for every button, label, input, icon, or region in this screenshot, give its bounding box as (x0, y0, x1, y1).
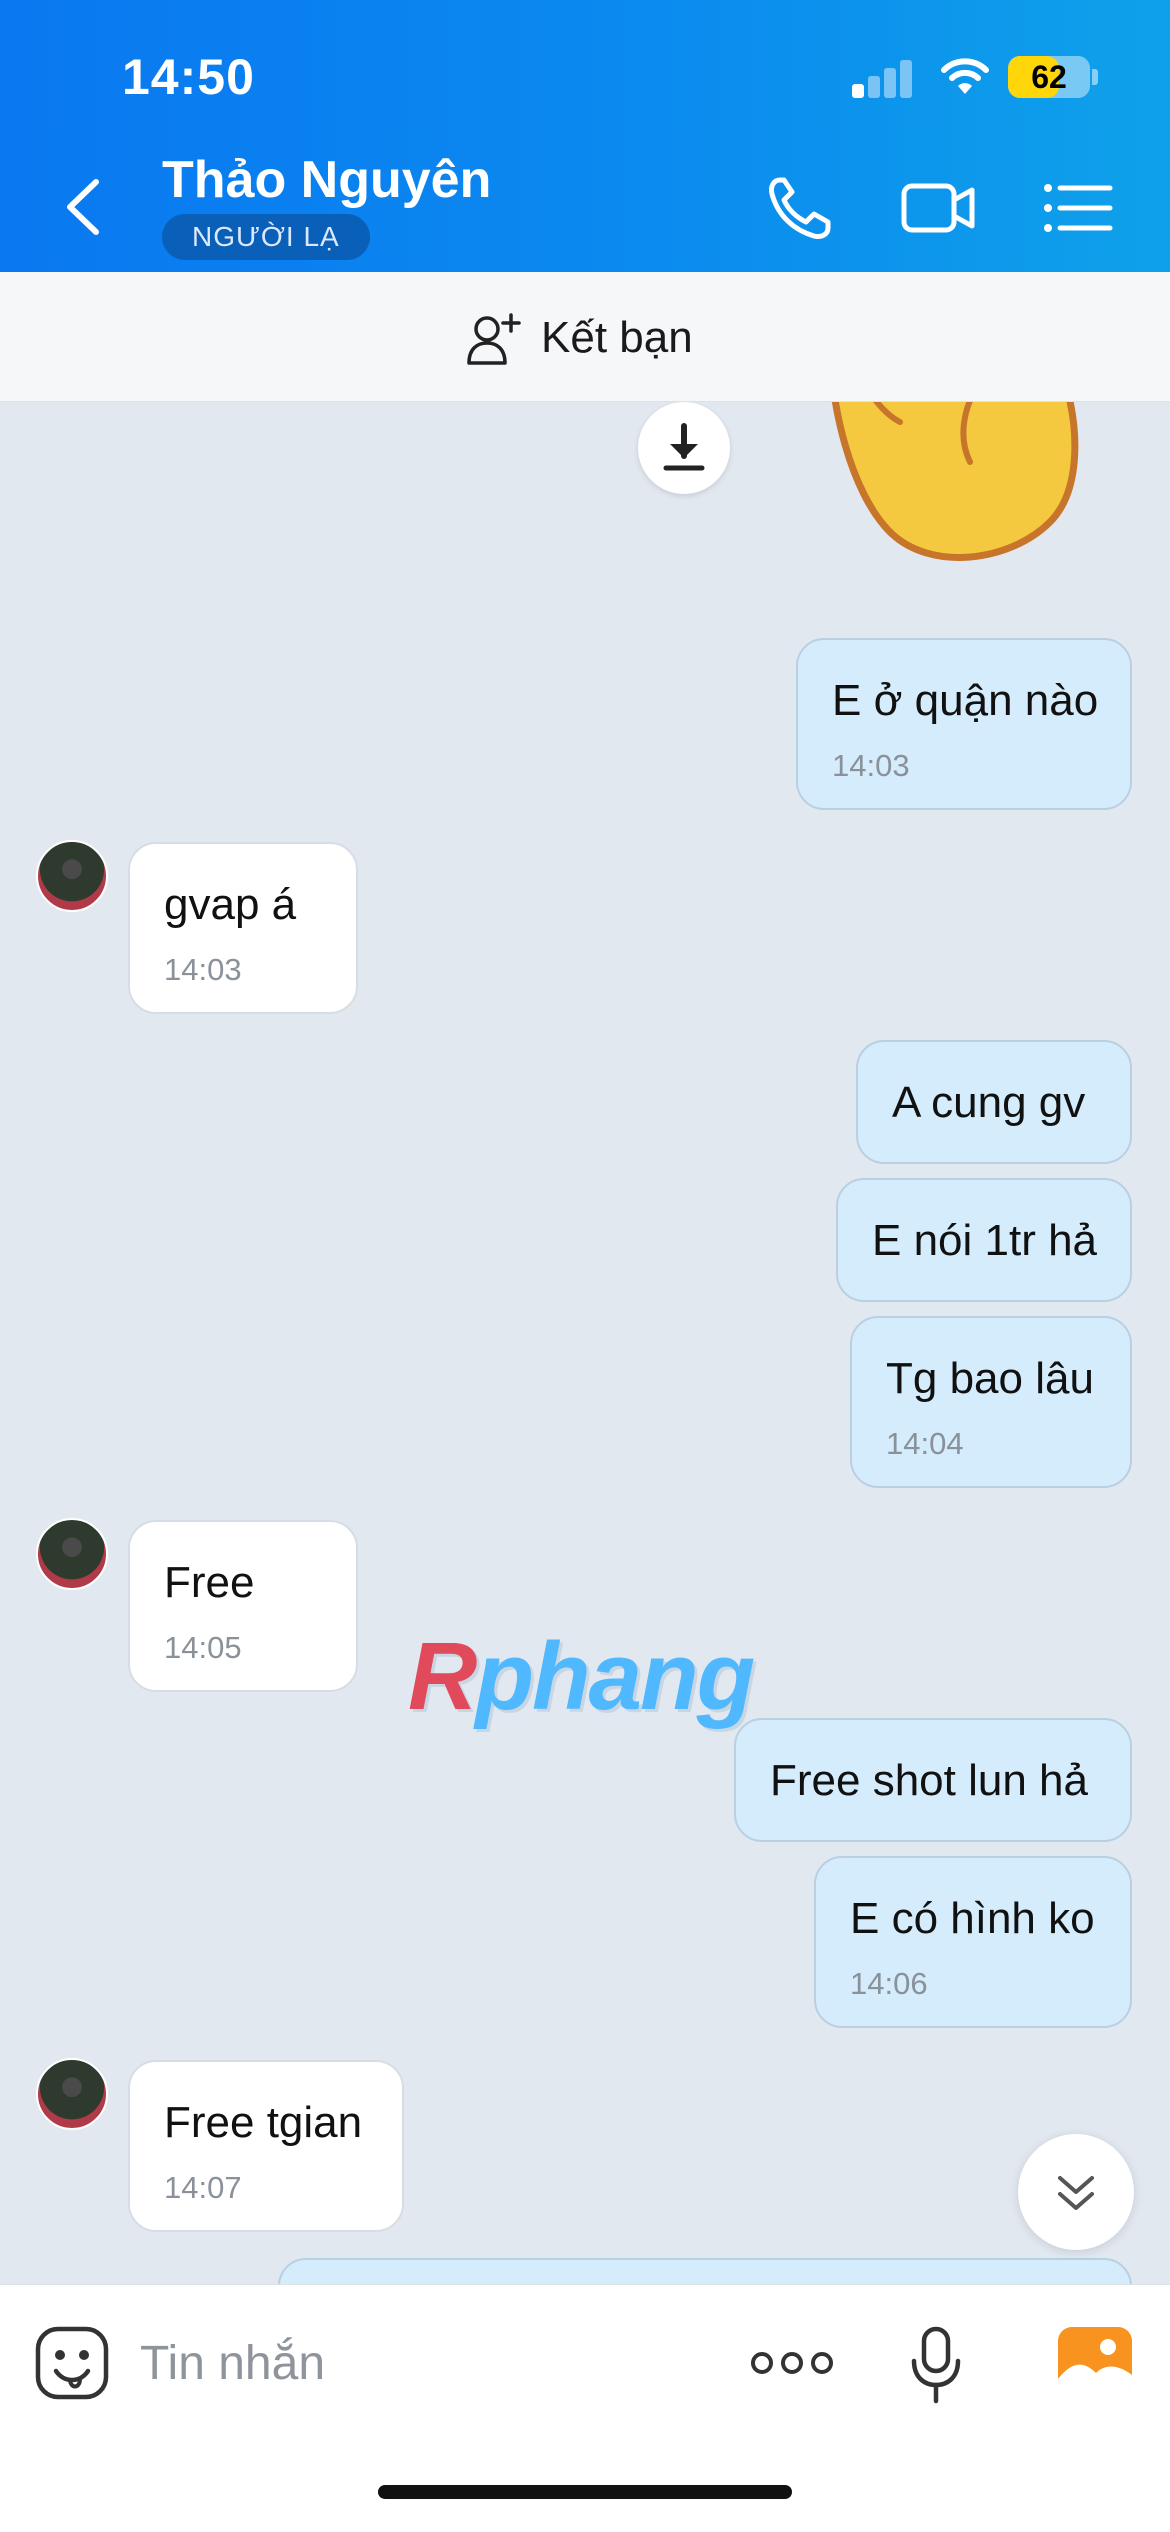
message-time: 14:03 (164, 952, 242, 987)
contact-name[interactable]: Thảo Nguyên (162, 150, 491, 210)
message-time: 14:05 (164, 1630, 242, 1665)
add-friend-button[interactable]: Kết bạn (465, 308, 693, 368)
phone-icon[interactable] (762, 172, 838, 242)
back-icon[interactable] (56, 172, 116, 242)
battery-cap (1092, 69, 1098, 85)
message-time: 14:04 (886, 1426, 964, 1461)
message-text: E ở quận nào (832, 676, 1099, 725)
message-bubble-outgoing[interactable]: E ở quận nào 14:03 (796, 638, 1132, 810)
contact-avatar[interactable] (36, 1518, 108, 1590)
contact-avatar[interactable] (36, 2058, 108, 2130)
home-indicator (378, 2485, 792, 2499)
message-text: E nói 1tr hả (872, 1216, 1098, 1265)
message-text: gvap á (164, 880, 297, 929)
scroll-to-bottom-button[interactable] (1018, 2134, 1134, 2250)
battery-indicator: 62 (1008, 56, 1090, 98)
message-list[interactable]: E ở quận nào 14:03 gvap á 14:03 A cung g… (0, 402, 1170, 2284)
contact-avatar[interactable] (36, 840, 108, 912)
message-bubble-incoming[interactable]: gvap á 14:03 (128, 842, 358, 1014)
wifi-icon (941, 58, 989, 94)
photo-gallery-icon[interactable] (1058, 2327, 1132, 2395)
chat-header: 14:50 62 Thảo Nguyên NGƯỜI LẠ (0, 0, 1170, 272)
message-text: Tg bao lâu (886, 1354, 1094, 1403)
message-time: 14:07 (164, 2170, 242, 2205)
add-friend-bar: Kết bạn (0, 272, 1170, 402)
emoji-sticker-icon[interactable] (34, 2325, 110, 2401)
message-bubble-incoming[interactable]: Free tgian 14:07 (128, 2060, 404, 2232)
message-bubble-outgoing[interactable]: Tg bao lâu 14:04 (850, 1316, 1132, 1488)
status-time: 14:50 (122, 49, 255, 105)
add-person-icon (467, 313, 521, 365)
battery-level: 62 (1031, 59, 1067, 95)
message-bubble-incoming[interactable]: Free 14:05 (128, 1520, 358, 1692)
message-time: 14:03 (832, 748, 910, 783)
message-bubble-outgoing[interactable]: E nói 1tr hả (836, 1178, 1132, 1302)
message-bubble-outgoing[interactable]: E có hình ko 14:06 (814, 1856, 1132, 2028)
download-icon (663, 423, 705, 471)
double-chevron-down-icon (1058, 2176, 1094, 2210)
message-text: Free (164, 1558, 255, 1607)
cellular-signal-icon (852, 58, 914, 98)
message-text: Free tgian (164, 2098, 363, 2147)
message-bubble-outgoing[interactable]: Free shot lun hả (734, 1718, 1132, 1842)
watermark-logo: Rphang (408, 1623, 755, 1730)
message-text: A cung gv (892, 1078, 1086, 1127)
message-input[interactable] (140, 2327, 700, 2399)
message-bubble-outgoing[interactable]: A cung gv (856, 1040, 1132, 1164)
microphone-icon[interactable] (906, 2325, 966, 2405)
menu-list-icon[interactable] (1040, 172, 1116, 242)
message-time: 14:06 (850, 1966, 928, 2001)
more-options-icon[interactable] (750, 2347, 834, 2379)
add-friend-label: Kết bạn (541, 313, 693, 362)
stranger-badge: NGƯỜI LẠ (162, 214, 370, 260)
video-call-icon[interactable] (900, 172, 976, 242)
download-button[interactable] (638, 402, 730, 494)
message-composer (0, 2284, 1170, 2532)
message-bubble-outgoing[interactable] (278, 2258, 1132, 2284)
message-text: Free shot lun hả (770, 1756, 1088, 1805)
waving-hand-sticker[interactable] (810, 402, 1090, 592)
message-text: E có hình ko (850, 1894, 1095, 1943)
